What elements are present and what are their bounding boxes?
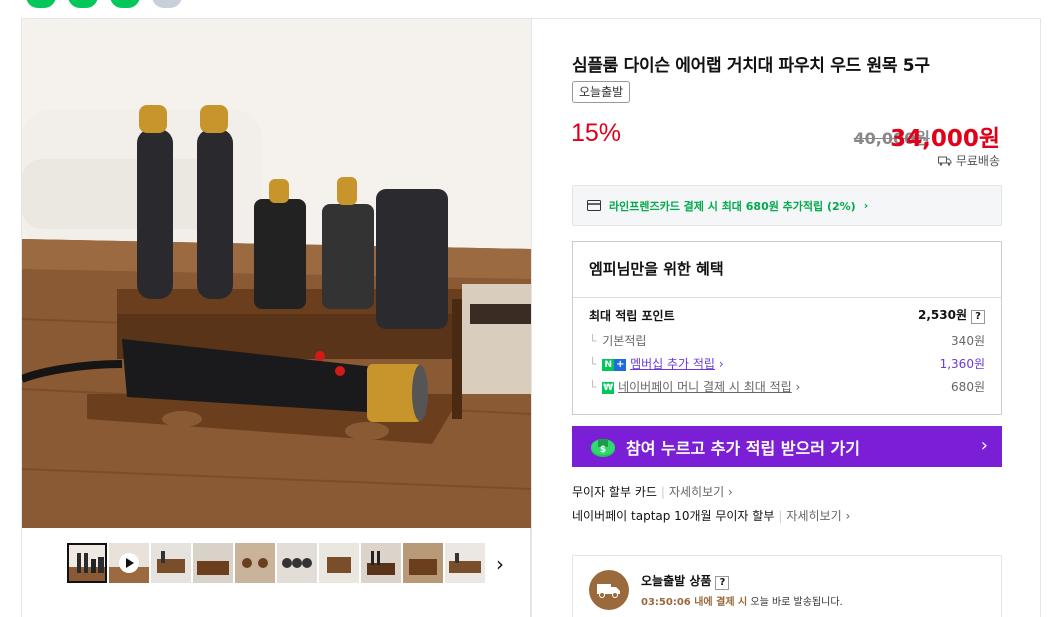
installment-label: 무이자 할부 카드 — [572, 485, 657, 499]
product-info-panel: 심플룸 다이슨 에어랩 거치대 파우치 우드 원목 5구 오늘출발 15% 40… — [531, 18, 1041, 617]
share-icons — [26, 0, 182, 8]
benefit-title: 엠피님만을 위한 혜택 — [589, 260, 724, 278]
installment-card-row[interactable]: 무이자 할부 카드 | 자세히보기 › — [572, 483, 733, 500]
today-ship-box: 오늘출발 상품? 03:50:06 내에 결제 시 오늘 바로 발송됩니다. — [572, 555, 1002, 617]
benefit-row-value: 1,360원 — [939, 357, 985, 371]
thumbnail[interactable] — [277, 543, 317, 583]
chevron-right-icon[interactable]: › — [496, 552, 504, 576]
delivery-truck-icon — [589, 570, 629, 610]
benefit-row-value: 340원 — [951, 334, 985, 348]
detail-link[interactable]: 자세히보기 — [669, 485, 724, 499]
naver-n-icon: N — [602, 358, 615, 371]
thumbnail-strip — [67, 543, 485, 583]
shipping-info: 무료배송 — [937, 152, 1000, 169]
product-gallery: › — [21, 18, 531, 617]
thumbnail[interactable] — [319, 543, 359, 583]
benefit-row-label: 기본적립 — [602, 334, 647, 348]
truck-icon — [937, 156, 952, 166]
taptap-installment-row[interactable]: 네이버페이 taptap 10개월 무이자 할부 | 자세히보기 › — [572, 507, 850, 524]
coin-gift-icon: $ — [591, 438, 615, 457]
thumbnail[interactable] — [193, 543, 233, 583]
thumbnail[interactable] — [235, 543, 275, 583]
max-points-label: 최대 적립 포인트 — [589, 308, 675, 323]
shipping-text: 무료배송 — [955, 154, 1000, 168]
thumbnail[interactable] — [151, 543, 191, 583]
discount-rate: 15% — [571, 119, 622, 147]
extra-points-cta-button[interactable]: $ 참여 누르고 추가 적립 받으러 가기 › — [572, 426, 1002, 467]
thumbnail-video[interactable] — [109, 543, 149, 583]
product-title: 심플룸 다이슨 에어랩 거치대 파우치 우드 원목 5구 — [572, 56, 930, 76]
thumbnail[interactable] — [403, 543, 443, 583]
plus-icon: + — [614, 358, 627, 371]
help-icon[interactable]: ? — [715, 576, 730, 590]
today-ship-desc: 03:50:06 내에 결제 시 오늘 바로 발송됩니다. — [641, 597, 843, 608]
cta-label: 참여 누르고 추가 적립 받으러 가기 — [626, 438, 860, 458]
share-icon-4[interactable] — [152, 0, 182, 8]
card-promo[interactable]: 라인프렌즈카드 결제 시 최대 680원 추가적립 (2%) › — [572, 185, 1002, 226]
svg-text:$: $ — [600, 445, 606, 455]
sale-price: 34,000원 — [890, 126, 1000, 152]
thumbnail[interactable] — [361, 543, 401, 583]
share-icon-1[interactable] — [26, 0, 56, 8]
card-promo-text: 라인프렌즈카드 결제 시 최대 680원 추가적립 (2%) — [609, 199, 856, 213]
chevron-right-icon: › — [980, 435, 988, 456]
thumbnail[interactable] — [67, 543, 107, 583]
today-ship-badge: 오늘출발 — [572, 81, 631, 103]
max-points-value: 2,530원 — [918, 308, 967, 322]
help-icon[interactable]: ? — [971, 310, 985, 324]
benefit-row-value: 680원 — [951, 380, 985, 394]
share-icon-3[interactable] — [110, 0, 140, 8]
max-points-row: 최대 적립 포인트 2,530원? — [589, 306, 985, 324]
divider — [573, 297, 1001, 298]
countdown-timer: 03:50:06 — [641, 597, 691, 608]
today-ship-title: 오늘출발 상품? — [641, 572, 730, 590]
benefit-row-npay[interactable]: └ ₩ 네이버페이 머니 결제 시 최대 적립 › 680원 — [589, 378, 985, 395]
share-icon-2[interactable] — [68, 0, 98, 8]
benefit-box: 엠피님만을 위한 혜택 최대 적립 포인트 2,530원? └ 기본적립 340원… — [572, 241, 1002, 415]
installment-label: 네이버페이 taptap 10개월 무이자 할부 — [572, 509, 775, 523]
play-icon — [119, 553, 139, 573]
product-main-image[interactable] — [22, 19, 531, 528]
npay-icon: ₩ — [602, 381, 615, 394]
benefit-row-label[interactable]: 네이버페이 머니 결제 시 최대 적립 — [618, 380, 792, 394]
chevron-right-icon: › — [863, 199, 869, 212]
benefit-row-membership[interactable]: └ N + 멤버십 추가 적립 › 1,360원 — [589, 355, 985, 372]
benefit-row-label[interactable]: 멤버십 추가 적립 — [630, 357, 715, 371]
credit-card-icon — [587, 200, 601, 211]
detail-link[interactable]: 자세히보기 — [786, 509, 841, 523]
thumbnail[interactable] — [445, 543, 485, 583]
benefit-row-basic: └ 기본적립 340원 — [589, 334, 985, 348]
